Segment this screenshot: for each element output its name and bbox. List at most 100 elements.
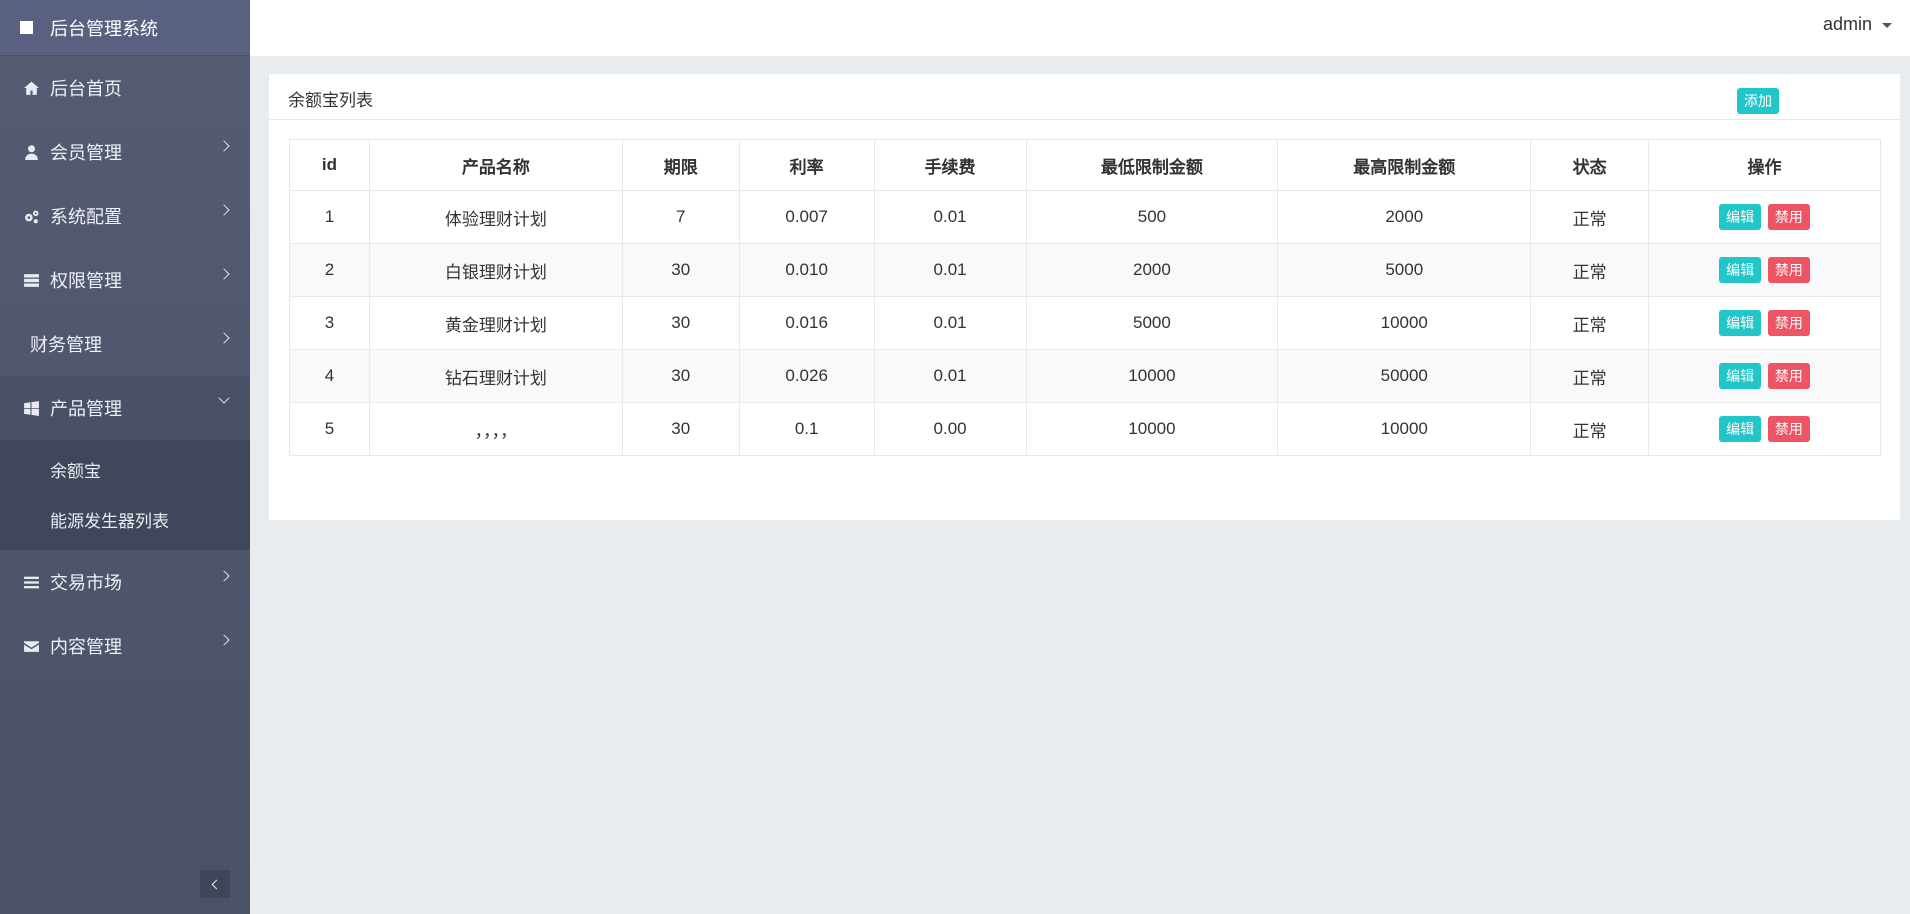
disable-button[interactable]: 禁用 bbox=[1767, 363, 1810, 389]
column-header: 操作 bbox=[1648, 139, 1881, 191]
cell-status: 正常 bbox=[1530, 296, 1650, 350]
cell-name: 钻石理财计划 bbox=[368, 349, 623, 403]
sidebar-collapse-button[interactable] bbox=[200, 870, 230, 898]
cell-term: 30 bbox=[621, 243, 740, 297]
user-menu[interactable]: admin bbox=[1823, 14, 1892, 35]
chevron-right-icon bbox=[218, 570, 230, 582]
column-header: 期限 bbox=[621, 139, 740, 191]
cell-min: 10000 bbox=[1025, 402, 1279, 456]
cell-name: ，，，， bbox=[368, 402, 623, 456]
sidebar-item-content[interactable]: 内容管理 bbox=[0, 614, 250, 678]
cell-fee: 0.01 bbox=[873, 296, 1027, 350]
sidebar-item-label: 财务管理 bbox=[30, 335, 102, 355]
sidebar-item-products[interactable]: 产品管理 bbox=[0, 376, 250, 440]
sidebar-item-system-config[interactable]: 系统配置 bbox=[0, 184, 250, 248]
sidebar-item-label: 系统配置 bbox=[50, 207, 122, 227]
cell-actions: 编辑 禁用 bbox=[1648, 402, 1881, 456]
cell-term: 30 bbox=[621, 296, 740, 350]
edit-button[interactable]: 编辑 bbox=[1719, 257, 1762, 283]
caret-down-icon bbox=[1882, 23, 1892, 28]
cell-max: 5000 bbox=[1277, 243, 1532, 297]
disable-button[interactable]: 禁用 bbox=[1767, 204, 1810, 230]
sidebar-item-label: 会员管理 bbox=[50, 143, 122, 163]
cell-term: 30 bbox=[621, 402, 740, 456]
cell-status: 正常 bbox=[1530, 190, 1650, 244]
sidebar-item-permissions[interactable]: 权限管理 bbox=[0, 248, 250, 312]
column-header: 最低限制金额 bbox=[1025, 139, 1279, 191]
submenu-item-energy-generators[interactable]: 能源发生器列表 bbox=[0, 494, 250, 544]
cell-id: 4 bbox=[289, 349, 370, 403]
chevron-left-icon bbox=[211, 879, 222, 889]
cell-fee: 0.01 bbox=[873, 349, 1027, 403]
cell-term: 7 bbox=[621, 190, 740, 244]
sidebar-item-label: 内容管理 bbox=[50, 637, 122, 657]
sidebar-item-finance[interactable]: 财务管理 bbox=[0, 312, 250, 376]
chevron-right-icon bbox=[218, 204, 230, 216]
chevron-right-icon bbox=[218, 332, 230, 344]
cell-rate: 0.1 bbox=[738, 402, 875, 456]
chevron-right-icon bbox=[218, 634, 230, 646]
home-icon bbox=[20, 80, 42, 97]
submenu-item-yuebao[interactable]: 余额宝 bbox=[0, 444, 250, 494]
chevron-down-icon bbox=[218, 392, 230, 404]
edit-button[interactable]: 编辑 bbox=[1719, 416, 1762, 442]
sidebar-item-members[interactable]: 会员管理 bbox=[0, 120, 250, 184]
cell-fee: 0.01 bbox=[873, 190, 1027, 244]
cell-min: 5000 bbox=[1025, 296, 1279, 350]
username: admin bbox=[1822, 14, 1872, 34]
table-row: 3 黄金理财计划 30 0.016 0.01 5000 10000 正常 编辑 … bbox=[289, 296, 1881, 350]
edit-button[interactable]: 编辑 bbox=[1719, 363, 1762, 389]
top-bar: admin bbox=[250, 0, 1910, 56]
column-header: 利率 bbox=[738, 139, 875, 191]
edit-button[interactable]: 编辑 bbox=[1719, 204, 1762, 230]
logo-square-icon bbox=[20, 21, 33, 34]
edit-button[interactable]: 编辑 bbox=[1719, 310, 1762, 336]
cell-max: 2000 bbox=[1277, 190, 1532, 244]
cell-rate: 0.026 bbox=[738, 349, 875, 403]
column-header: 最高限制金额 bbox=[1277, 139, 1532, 191]
cell-max: 10000 bbox=[1277, 296, 1532, 350]
cell-actions: 编辑 禁用 bbox=[1648, 243, 1881, 297]
content-panel: 余额宝列表 添加 id 产品名称 期限 利率 手续费 最低限制金额 最高限制金额… bbox=[269, 74, 1900, 520]
column-header: id bbox=[289, 139, 370, 191]
sidebar-item-label: 交易市场 bbox=[50, 573, 122, 593]
table-row: 5 ，，，， 30 0.1 0.00 10000 10000 正常 编辑 禁用 bbox=[289, 402, 1881, 456]
server-icon bbox=[20, 272, 42, 289]
table-row: 2 白银理财计划 30 0.010 0.01 2000 5000 正常 编辑 禁… bbox=[289, 243, 1881, 297]
cell-actions: 编辑 禁用 bbox=[1648, 296, 1881, 350]
table-header-row: id 产品名称 期限 利率 手续费 最低限制金额 最高限制金额 状态 操作 bbox=[289, 139, 1881, 191]
brand: 后台管理系统 bbox=[0, 0, 250, 56]
cell-min: 10000 bbox=[1025, 349, 1279, 403]
cell-term: 30 bbox=[621, 349, 740, 403]
disable-button[interactable]: 禁用 bbox=[1767, 416, 1810, 442]
cell-name: 黄金理财计划 bbox=[368, 296, 623, 350]
sidebar-item-market[interactable]: 交易市场 bbox=[0, 550, 250, 614]
cell-id: 3 bbox=[289, 296, 370, 350]
cell-fee: 0.01 bbox=[873, 243, 1027, 297]
sidebar-item-home[interactable]: 后台首页 bbox=[0, 56, 250, 120]
cell-rate: 0.016 bbox=[738, 296, 875, 350]
add-button[interactable]: 添加 bbox=[1737, 88, 1779, 114]
windows-icon bbox=[20, 400, 42, 417]
panel-header: 余额宝列表 添加 bbox=[269, 74, 1900, 120]
brand-title: 后台管理系统 bbox=[50, 18, 158, 39]
user-icon bbox=[20, 144, 42, 161]
cell-status: 正常 bbox=[1530, 402, 1650, 456]
bars-icon bbox=[20, 574, 42, 591]
cell-max: 10000 bbox=[1277, 402, 1532, 456]
column-header: 状态 bbox=[1530, 139, 1650, 191]
sidebar-item-label: 后台首页 bbox=[50, 79, 122, 99]
cell-actions: 编辑 禁用 bbox=[1648, 190, 1881, 244]
cell-status: 正常 bbox=[1530, 243, 1650, 297]
envelope-icon bbox=[20, 638, 42, 655]
sidebar-item-label: 权限管理 bbox=[50, 271, 122, 291]
column-header: 手续费 bbox=[873, 139, 1027, 191]
cell-actions: 编辑 禁用 bbox=[1648, 349, 1881, 403]
disable-button[interactable]: 禁用 bbox=[1767, 310, 1810, 336]
table-row: 4 钻石理财计划 30 0.026 0.01 10000 50000 正常 编辑… bbox=[289, 349, 1881, 403]
cell-rate: 0.007 bbox=[738, 190, 875, 244]
disable-button[interactable]: 禁用 bbox=[1767, 257, 1810, 283]
chevron-right-icon bbox=[218, 268, 230, 280]
page-title: 余额宝列表 bbox=[288, 91, 373, 110]
cell-min: 500 bbox=[1025, 190, 1279, 244]
